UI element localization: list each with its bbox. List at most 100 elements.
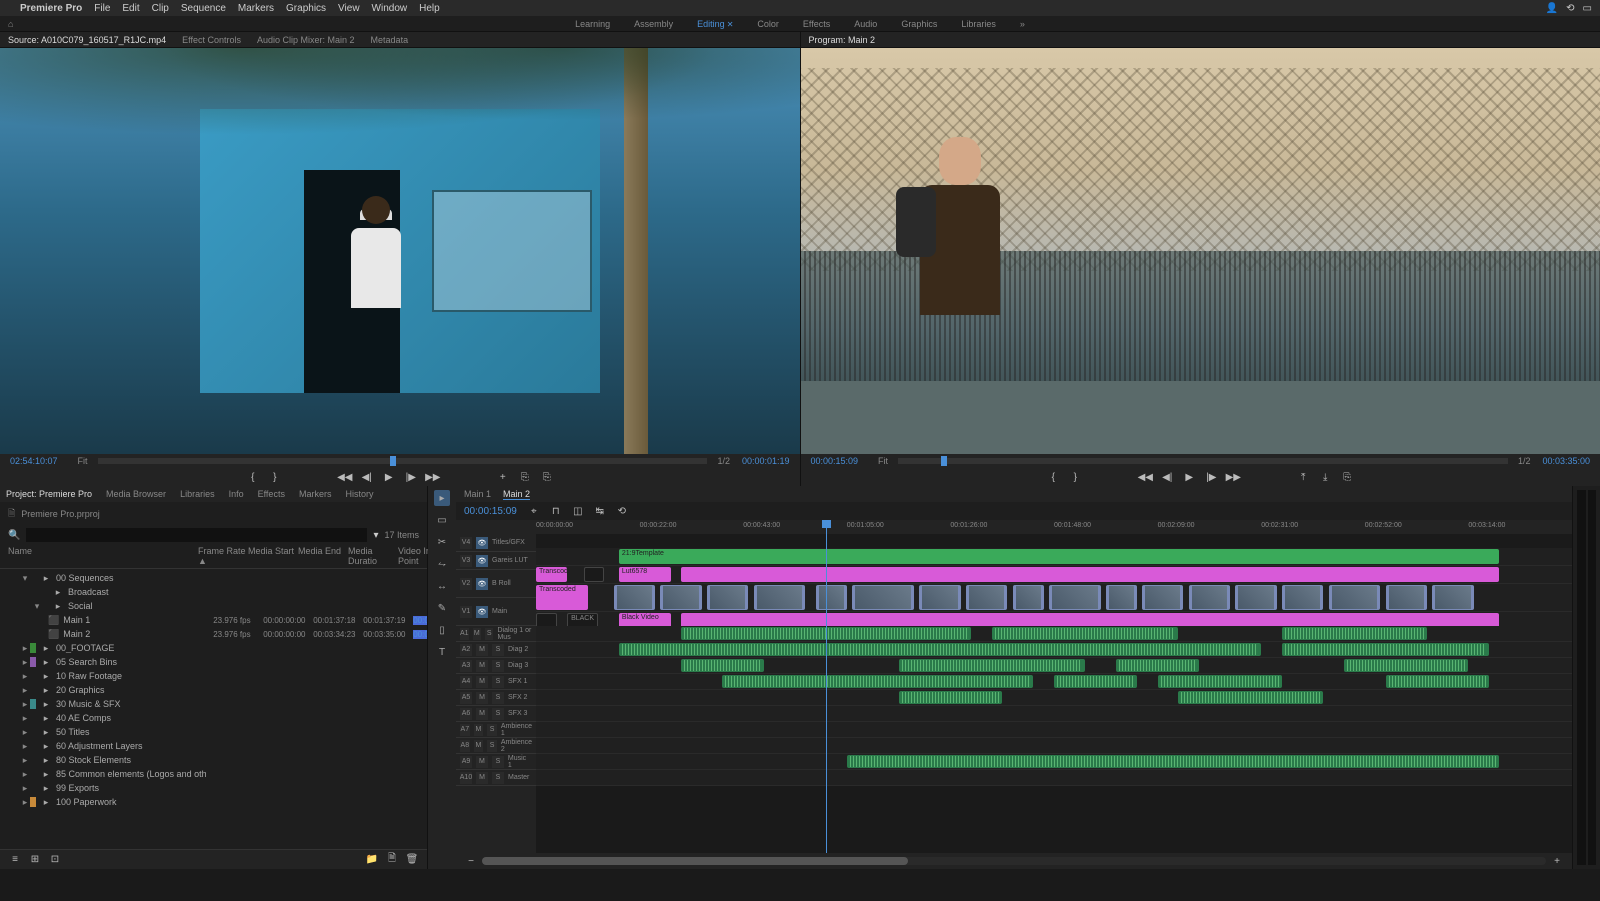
- source-video[interactable]: [0, 48, 800, 454]
- seq-tab-main2[interactable]: Main 2: [503, 489, 530, 500]
- user-icon[interactable]: 👤: [1546, 3, 1558, 14]
- tab-project[interactable]: Project: Premiere Pro: [6, 489, 92, 499]
- menu-sequence[interactable]: Sequence: [181, 3, 226, 14]
- snap-icon[interactable]: ⌖: [527, 504, 541, 518]
- razor-tool-icon[interactable]: ⥊: [434, 556, 450, 572]
- slip-tool-icon[interactable]: ↔: [434, 578, 450, 594]
- audio-track[interactable]: [536, 690, 1572, 706]
- col-mediadur[interactable]: Media Duratio: [348, 546, 398, 566]
- tree-row[interactable]: ▸▸00_FOOTAGE: [0, 641, 427, 655]
- goto-in-icon[interactable]: ◀◀: [338, 470, 352, 484]
- play-icon[interactable]: ▶: [382, 470, 396, 484]
- tab-info[interactable]: Info: [229, 489, 244, 499]
- ws-graphics[interactable]: Graphics: [901, 19, 937, 29]
- tree-row[interactable]: ▸▸60 Adjustment Layers: [0, 739, 427, 753]
- menu-help[interactable]: Help: [419, 3, 440, 14]
- tree-row[interactable]: ▸▸99 Exports: [0, 781, 427, 795]
- audio-track-header[interactable]: A3MSDiag 3: [456, 658, 536, 674]
- ripple-tool-icon[interactable]: ✂: [434, 534, 450, 550]
- tab-metadata[interactable]: Metadata: [371, 35, 409, 45]
- prog-goto-out-icon[interactable]: ▶▶: [1226, 470, 1240, 484]
- prog-goto-in-icon[interactable]: ◀◀: [1138, 470, 1152, 484]
- type-tool-icon[interactable]: T: [434, 644, 450, 660]
- prog-export-frame-icon[interactable]: ⎘: [1340, 470, 1354, 484]
- tab-program[interactable]: Program: Main 2: [809, 35, 876, 45]
- timeline-scrollbar[interactable]: [482, 857, 1546, 865]
- tab-media-browser[interactable]: Media Browser: [106, 489, 166, 499]
- menu-clip[interactable]: Clip: [152, 3, 169, 14]
- prog-step-fwd-icon[interactable]: |▶: [1204, 470, 1218, 484]
- ws-editing[interactable]: Editing✕: [697, 19, 733, 29]
- audio-track[interactable]: [536, 642, 1572, 658]
- audio-track[interactable]: [536, 738, 1572, 754]
- seq-tab-main1[interactable]: Main 1: [464, 489, 491, 499]
- col-mediastart[interactable]: Media Start: [248, 546, 298, 566]
- audio-track[interactable]: [536, 770, 1572, 786]
- video-track[interactable]: TranscodedLut6578: [536, 566, 1572, 584]
- new-item-icon[interactable]: 🗎: [385, 853, 399, 867]
- step-fwd-icon[interactable]: |▶: [404, 470, 418, 484]
- tree-row[interactable]: ⬛Main 223.976 fps00:00:00:0000:03:34:230…: [0, 627, 427, 641]
- tab-effect-controls[interactable]: Effect Controls: [182, 35, 241, 45]
- marker-add-icon[interactable]: ◫: [571, 504, 585, 518]
- tab-source-clip[interactable]: Source: A010C079_160517_R1JC.mp4: [8, 35, 166, 45]
- tree-row[interactable]: ▸▸40 AE Comps: [0, 711, 427, 725]
- ws-assembly[interactable]: Assembly: [634, 19, 673, 29]
- new-bin-icon[interactable]: 📁: [365, 853, 379, 867]
- menu-window[interactable]: Window: [372, 3, 408, 14]
- tab-history[interactable]: History: [345, 489, 373, 499]
- timeline-tc[interactable]: 00:00:15:09: [464, 506, 517, 517]
- ws-overflow[interactable]: »: [1020, 19, 1025, 29]
- track-select-tool-icon[interactable]: ▭: [434, 512, 450, 528]
- tab-audio-mixer[interactable]: Audio Clip Mixer: Main 2: [257, 35, 355, 45]
- video-track-header[interactable]: V3👁Gareis LUT: [456, 552, 536, 570]
- tree-row[interactable]: ▸▸30 Music & SFX: [0, 697, 427, 711]
- col-name[interactable]: Name: [8, 546, 198, 566]
- audio-track[interactable]: [536, 626, 1572, 642]
- sync-icon[interactable]: ⟲: [1566, 3, 1574, 14]
- lift-icon[interactable]: ⤒: [1296, 470, 1310, 484]
- tree-row[interactable]: ⬛Main 123.976 fps00:00:00:0000:01:37:180…: [0, 613, 427, 627]
- tree-row[interactable]: ▸▸10 Raw Footage: [0, 669, 427, 683]
- step-back-icon[interactable]: ◀|: [360, 470, 374, 484]
- window-controls-icon[interactable]: ▭: [1583, 3, 1592, 14]
- ws-audio[interactable]: Audio: [854, 19, 877, 29]
- trash-icon[interactable]: 🗑: [405, 853, 419, 867]
- prog-step-back-icon[interactable]: ◀|: [1160, 470, 1174, 484]
- video-track[interactable]: 21:9Template: [536, 548, 1572, 566]
- mark-out-icon[interactable]: }: [268, 470, 282, 484]
- linked-sel-icon[interactable]: ⊓: [549, 504, 563, 518]
- ws-effects[interactable]: Effects: [803, 19, 830, 29]
- ws-learning[interactable]: Learning: [575, 19, 610, 29]
- video-track-header[interactable]: V1👁Main: [456, 598, 536, 626]
- col-framerate[interactable]: Frame Rate ▲: [198, 546, 248, 566]
- program-ruler[interactable]: [898, 458, 1508, 464]
- prog-mark-in-icon[interactable]: {: [1046, 470, 1060, 484]
- menu-file[interactable]: File: [94, 3, 110, 14]
- video-track-header[interactable]: V2👁B Roll: [456, 570, 536, 598]
- tree-row[interactable]: ▾▸Social: [0, 599, 427, 613]
- extract-icon[interactable]: ⤓: [1318, 470, 1332, 484]
- ws-libraries[interactable]: Libraries: [961, 19, 996, 29]
- overwrite-icon[interactable]: ⎘: [518, 470, 532, 484]
- audio-track-header[interactable]: A1MSDialog 1 or Mus: [456, 626, 536, 642]
- tree-row[interactable]: ▸▸80 Stock Elements: [0, 753, 427, 767]
- program-fit[interactable]: Fit: [878, 456, 888, 466]
- tree-row[interactable]: ▸▸85 Common elements (Logos and other el…: [0, 767, 427, 781]
- tracks-area[interactable]: 00:00:00:0000:00:22:0000:00:43:0000:01:0…: [536, 520, 1572, 853]
- playhead[interactable]: [826, 520, 827, 853]
- tree-row[interactable]: ▸▸05 Search Bins: [0, 655, 427, 669]
- selection-tool-icon[interactable]: ▸: [434, 490, 450, 506]
- goto-out-icon[interactable]: ▶▶: [426, 470, 440, 484]
- insert-icon[interactable]: +: [496, 470, 510, 484]
- program-scale[interactable]: 1/2: [1518, 456, 1531, 466]
- prog-play-icon[interactable]: ▶: [1182, 470, 1196, 484]
- audio-track[interactable]: [536, 674, 1572, 690]
- hand-tool-icon[interactable]: ▯: [434, 622, 450, 638]
- menu-view[interactable]: View: [338, 3, 360, 14]
- tab-markers[interactable]: Markers: [299, 489, 332, 499]
- tab-effects[interactable]: Effects: [258, 489, 285, 499]
- audio-track-header[interactable]: A2MSDiag 2: [456, 642, 536, 658]
- project-search-input[interactable]: [26, 528, 367, 542]
- audio-track-header[interactable]: A6MSSFX 3: [456, 706, 536, 722]
